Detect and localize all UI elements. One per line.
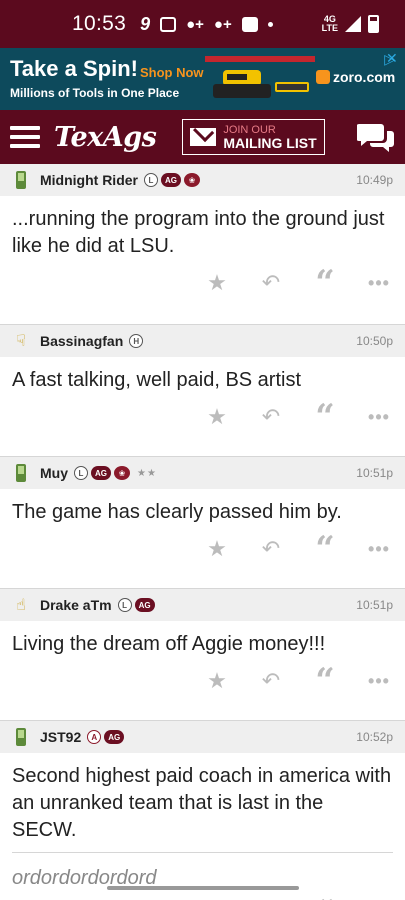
ad-shop-now[interactable]: Shop Now xyxy=(140,65,204,80)
ad-brand-text: zoro.com xyxy=(333,69,396,85)
username[interactable]: Midnight Rider xyxy=(40,172,138,188)
badge-l: L xyxy=(144,173,158,187)
mailing-list-button[interactable]: JOIN OUR MAILING LIST xyxy=(182,119,325,155)
star-icon[interactable]: ★ xyxy=(205,536,229,562)
network-icon: 4G LTE xyxy=(322,15,338,33)
badge-ag: AG xyxy=(104,730,125,744)
post-text: Second highest paid coach in america wit… xyxy=(12,765,392,841)
username[interactable]: Bassinagfan xyxy=(40,333,123,349)
ad-subtitle: Millions of Tools in One Place xyxy=(10,86,180,100)
post-actions: ★ ↶ “ ••• xyxy=(0,394,405,440)
quote-icon[interactable]: “ xyxy=(313,400,337,434)
mailing-line1: JOIN OUR xyxy=(223,123,276,136)
reply-preview: ordordordordord xyxy=(12,852,393,890)
badge-h: H xyxy=(129,334,144,348)
badge-l: L xyxy=(117,598,132,612)
post-header: Midnight Rider L AG ❀ 10:49p xyxy=(0,164,405,196)
star-icon[interactable]: ★ xyxy=(205,668,229,694)
phone-icon xyxy=(12,464,30,482)
zoro-logo-icon xyxy=(316,70,330,84)
nine-app-icon: 9 xyxy=(140,13,151,34)
username[interactable]: Drake aTm xyxy=(40,597,112,613)
post: Muy L AG ❀ ★★ 10:51p The game has clearl… xyxy=(0,456,405,572)
post-time: 10:50p xyxy=(356,334,393,348)
chat-icon[interactable] xyxy=(357,121,395,153)
signal-icon xyxy=(345,16,361,32)
status-bar: 10:53 9 ●+ ●+ 4G LTE xyxy=(0,0,405,48)
battery-icon xyxy=(368,15,379,33)
reply-icon[interactable]: ↶ xyxy=(259,270,283,296)
site-logo[interactable]: TexAgs xyxy=(54,122,157,153)
site-header: TexAgs JOIN OUR MAILING LIST xyxy=(0,110,405,164)
star-icon[interactable]: ★ xyxy=(205,270,229,296)
thumbs-down-icon: ☟ xyxy=(16,333,26,350)
mailing-line2: MAILING LIST xyxy=(223,134,317,151)
thumbs-up-icon: ☝ xyxy=(16,597,26,614)
post: Midnight Rider L AG ❀ 10:49p ...running … xyxy=(0,164,405,306)
post-actions: ★ ↶ “ ••• xyxy=(0,890,405,900)
post-time: 10:49p xyxy=(356,173,393,187)
more-icon[interactable]: ••• xyxy=(367,407,391,428)
badge-ag: AG xyxy=(161,173,181,187)
add-person-icon: ●+ xyxy=(213,15,232,33)
username[interactable]: Muy xyxy=(40,465,68,481)
badge-l: L xyxy=(74,466,88,480)
ad-close-icon[interactable]: ✕ xyxy=(386,50,398,67)
post-actions: ★ ↶ “ ••• xyxy=(0,260,405,306)
post-header: JST92 A AG 10:52p xyxy=(0,721,405,753)
phone-icon xyxy=(12,728,30,746)
post-text: ...running the program into the ground j… xyxy=(12,208,385,257)
more-icon[interactable]: ••• xyxy=(367,671,391,692)
post-header: ☟ Bassinagfan H 10:50p xyxy=(0,325,405,357)
post-header: ☝ Drake aTm L AG 10:51p xyxy=(0,589,405,621)
badge-a: A xyxy=(87,730,102,744)
ad-title: Take a Spin! xyxy=(10,56,138,81)
reply-icon[interactable]: ↶ xyxy=(259,536,283,562)
post-text: The game has clearly passed him by. xyxy=(12,501,342,523)
more-icon[interactable]: ••• xyxy=(367,273,391,294)
thread-feed: Midnight Rider L AG ❀ 10:49p ...running … xyxy=(0,164,405,900)
post-header: Muy L AG ❀ ★★ 10:51p xyxy=(0,457,405,489)
post-time: 10:51p xyxy=(356,466,393,480)
seal-icon: ❀ xyxy=(184,173,200,187)
post-time: 10:51p xyxy=(356,598,393,612)
post-actions: ★ ↶ “ ••• xyxy=(0,526,405,572)
post: JST92 A AG 10:52p Second highest paid co… xyxy=(0,720,405,900)
quote-icon[interactable]: “ xyxy=(313,532,337,566)
home-indicator[interactable] xyxy=(107,886,299,890)
post: ☟ Bassinagfan H 10:50p A fast talking, w… xyxy=(0,324,405,440)
reply-icon[interactable]: ↶ xyxy=(259,668,283,694)
hamburger-menu-icon[interactable] xyxy=(10,126,40,148)
more-icon[interactable]: ••• xyxy=(367,539,391,560)
sander-image xyxy=(205,56,315,98)
envelope-icon xyxy=(190,128,217,146)
camera-icon xyxy=(160,16,177,32)
star-icon[interactable]: ★ xyxy=(205,404,229,430)
quote-icon[interactable]: “ xyxy=(313,664,337,698)
reply-icon[interactable]: ↶ xyxy=(259,404,283,430)
badge-ag: AG xyxy=(134,598,155,612)
clock: 10:53 xyxy=(72,12,127,35)
dot-icon xyxy=(267,21,273,27)
network-subtype: LTE xyxy=(321,23,338,33)
seal-icon: ❀ xyxy=(114,466,130,480)
quote-icon[interactable]: “ xyxy=(313,266,337,300)
badge-ag: AG xyxy=(91,466,111,480)
username[interactable]: JST92 xyxy=(40,729,81,745)
post: ☝ Drake aTm L AG 10:51p Living the dream… xyxy=(0,588,405,704)
ad-banner[interactable]: Take a Spin! Shop Now Millions of Tools … xyxy=(0,48,405,110)
add-person-icon: ●+ xyxy=(186,15,204,33)
phone-icon xyxy=(12,171,30,189)
post-actions: ★ ↶ “ ••• xyxy=(0,658,405,704)
post-time: 10:52p xyxy=(356,730,393,744)
post-text: Living the dream off Aggie money!!! xyxy=(12,633,326,655)
facebook-icon xyxy=(241,16,258,32)
post-text: A fast talking, well paid, BS artist xyxy=(12,369,302,391)
ad-brand: zoro.com xyxy=(316,69,395,85)
rating-stars: ★★ xyxy=(137,467,157,479)
